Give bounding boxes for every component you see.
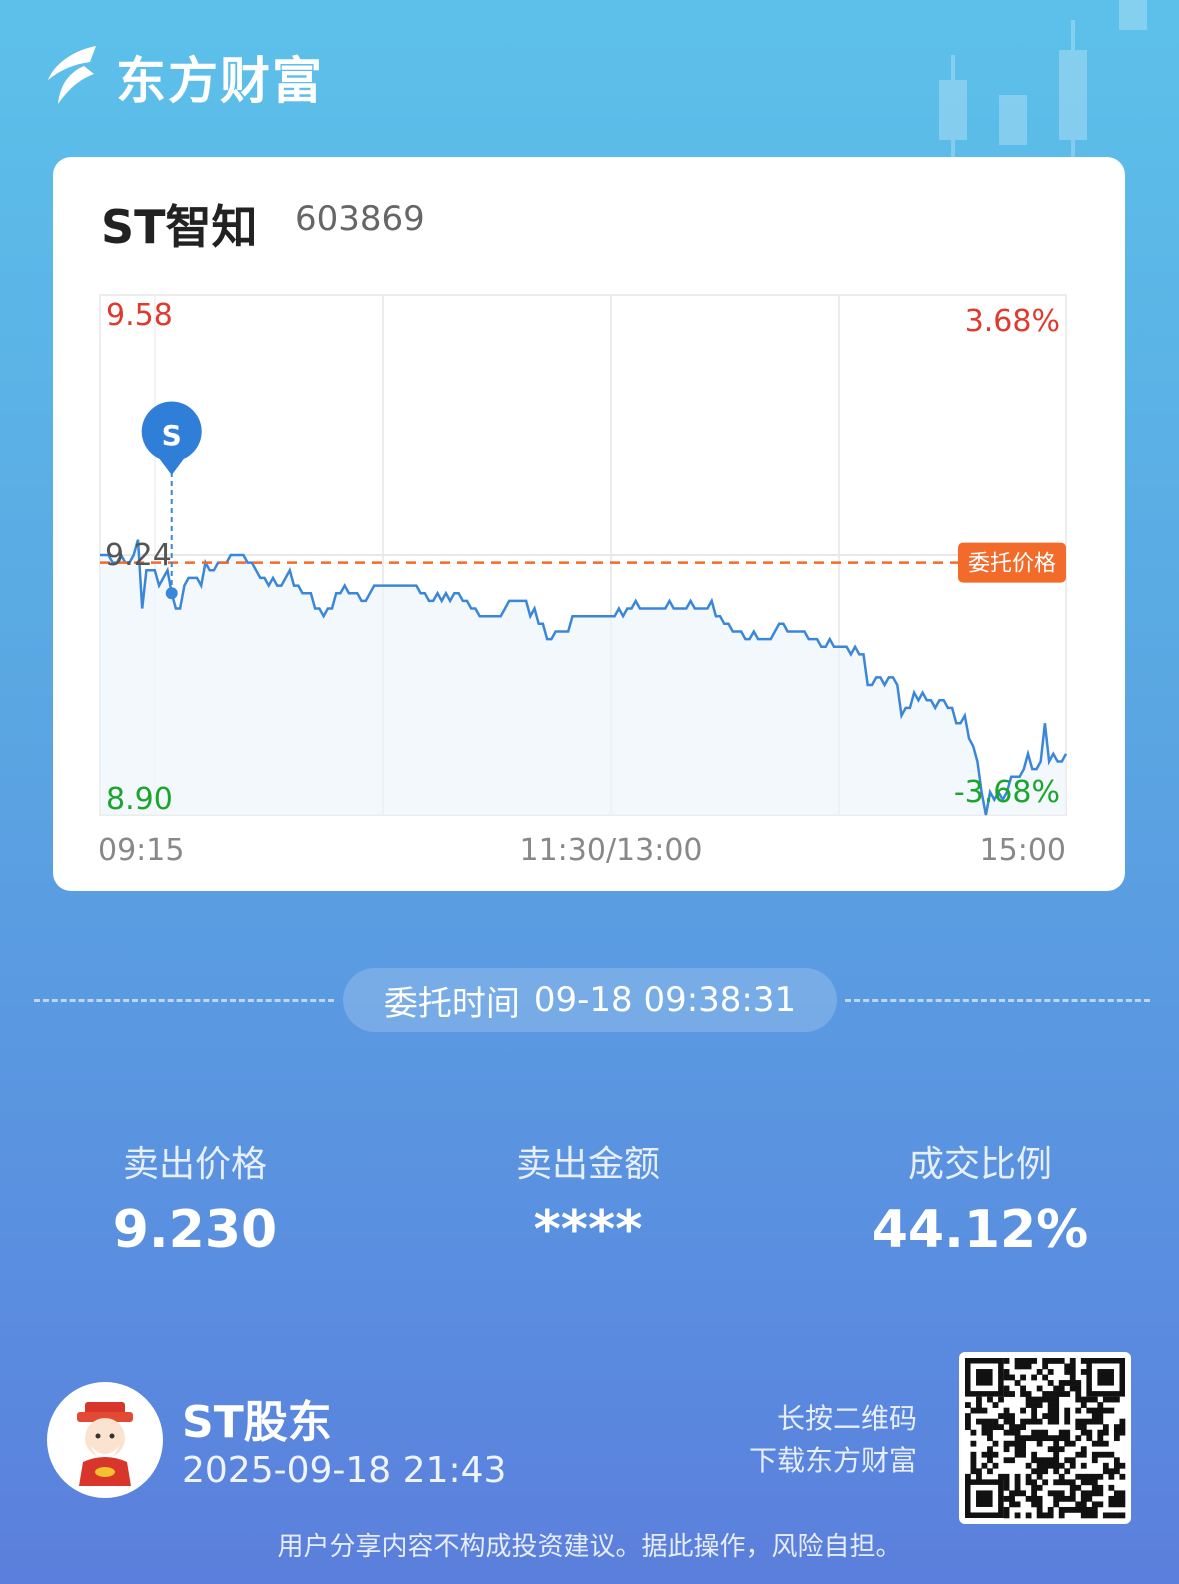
sell-marker-label: S <box>162 419 182 452</box>
sell-point-dot <box>165 587 178 600</box>
chart-card: ST智知 603869 委托价格 S 9.58 9.24 8.90 3.68% … <box>53 157 1125 891</box>
intraday-chart: 委托价格 S 9.58 9.24 8.90 3.68% -3.68% 09:15… <box>98 294 1068 868</box>
stat-label: 成交比例 <box>907 1144 1052 1185</box>
pct-high-label: 3.68% <box>965 304 1060 339</box>
order-time-value: 09-18 09:38:31 <box>533 980 797 1020</box>
stat-value: 9.230 <box>112 1200 278 1260</box>
price-low-label: 8.90 <box>106 782 173 817</box>
time-mid-label: 11:30/13:00 <box>519 833 702 868</box>
stat-sell-price: 卖出价格 9.230 <box>45 1140 345 1260</box>
qr-code-image <box>965 1358 1126 1519</box>
qr-hint-line1: 长按二维码 <box>776 1402 917 1435</box>
time-end-label: 15:00 <box>980 833 1066 868</box>
pct-low-label: -3.68% <box>954 775 1060 810</box>
dashed-divider-left <box>34 999 334 1002</box>
order-time-label: 委托时间 <box>383 983 520 1024</box>
brand-logo: 东方财富 <box>44 42 324 112</box>
stat-fill-ratio: 成交比例 44.12% <box>830 1140 1130 1260</box>
time-start-label: 09:15 <box>98 833 184 868</box>
dashed-divider-right <box>845 999 1150 1002</box>
order-price-tag-label: 委托价格 <box>968 552 1056 577</box>
price-high-label: 9.58 <box>106 298 173 333</box>
order-time-row: 委托时间 09-18 09:38:31 <box>0 968 1179 1032</box>
price-area <box>100 539 1066 815</box>
qr-hint-line2: 下载东方财富 <box>748 1444 917 1477</box>
share-datetime: 2025-09-18 21:43 <box>182 1450 507 1491</box>
avatar-image <box>77 1402 133 1486</box>
stat-label: 卖出金额 <box>515 1144 660 1185</box>
qr-hint: 长按二维码 下载东方财富 <box>749 1398 917 1482</box>
stat-value: 44.12% <box>871 1200 1089 1260</box>
brand-name: 东方财富 <box>116 52 324 110</box>
qr-code[interactable] <box>959 1352 1131 1524</box>
stat-value: **** <box>533 1200 643 1260</box>
stat-label: 卖出价格 <box>122 1144 267 1185</box>
disclaimer: 用户分享内容不构成投资建议。据此操作，风险自担。 <box>277 1532 902 1562</box>
user-name: ST股东 <box>182 1397 332 1448</box>
stat-sell-amount: 卖出金额 **** <box>438 1140 738 1260</box>
brand-logo-icon <box>48 46 96 104</box>
price-reference-label: 9.24 <box>105 538 172 573</box>
order-time-pill: 委托时间 09-18 09:38:31 <box>343 968 837 1032</box>
avatar[interactable] <box>47 1382 163 1498</box>
sell-marker-pin[interactable]: S <box>141 401 202 475</box>
